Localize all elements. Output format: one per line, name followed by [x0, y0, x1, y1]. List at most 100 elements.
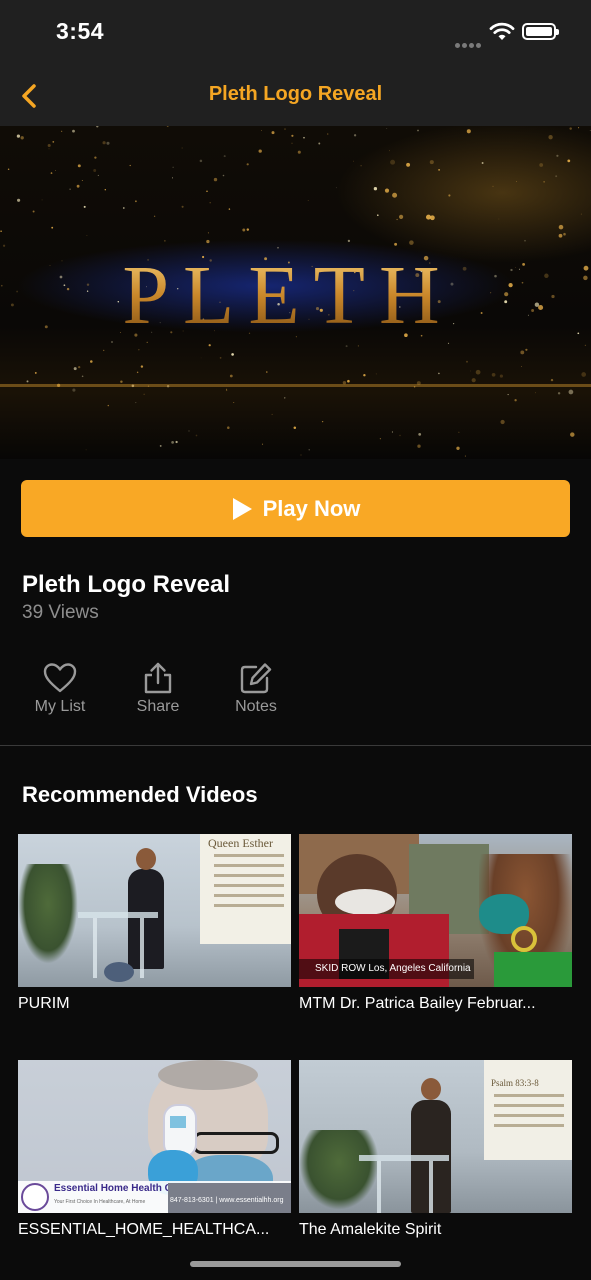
share-button[interactable]: Share	[118, 662, 198, 716]
heart-icon	[43, 663, 77, 693]
sparkle	[425, 214, 432, 220]
sparkle	[384, 188, 390, 193]
video-hero-image[interactable]: PLETH	[0, 126, 591, 459]
sparkle	[181, 205, 184, 208]
sparkle	[10, 303, 14, 307]
sparkle	[44, 325, 48, 329]
view-count: 39 Views	[22, 602, 99, 623]
sparkle	[375, 373, 377, 375]
sparkle	[548, 135, 553, 140]
sparkle	[438, 168, 441, 171]
video-thumbnail: Psalm 83:3-8	[299, 1060, 572, 1213]
page-title: Pleth Logo Reveal	[208, 83, 383, 105]
sparkle	[77, 164, 81, 168]
sparkle	[72, 388, 76, 392]
sparkle	[159, 444, 162, 447]
sparkle	[567, 159, 571, 163]
sparkle	[531, 309, 535, 312]
sparkle	[120, 380, 123, 383]
sparkle	[143, 393, 145, 395]
sparkle	[166, 126, 169, 127]
sparkle	[581, 372, 587, 377]
sparkle	[584, 344, 587, 347]
sparkle	[544, 273, 549, 279]
sparkle	[69, 188, 71, 191]
sparkle	[41, 199, 43, 201]
sparkle	[492, 185, 494, 188]
sparkle	[213, 177, 218, 182]
notes-button[interactable]: Notes	[216, 662, 296, 716]
sparkle	[181, 147, 183, 149]
sparkle	[568, 389, 574, 395]
sparkle	[97, 174, 99, 176]
share-label: Share	[136, 698, 180, 715]
sparkle	[326, 133, 329, 135]
sparkle	[514, 399, 517, 402]
sparkle	[271, 413, 273, 415]
sparkle	[96, 126, 99, 128]
sparkle	[219, 357, 222, 359]
sparkle	[527, 314, 529, 316]
sparkle	[551, 294, 555, 299]
sparkle	[569, 127, 572, 130]
play-now-button[interactable]: Play Now	[21, 480, 570, 537]
recommended-heading: Recommended Videos	[22, 782, 258, 807]
sparkle	[498, 218, 500, 220]
recommended-video-card[interactable]: SKID ROW Los, Angeles California MTM Dr.…	[299, 834, 572, 1013]
sparkle	[524, 239, 526, 242]
sparkle	[48, 148, 50, 150]
sparkle	[399, 214, 404, 219]
sparkle	[291, 134, 294, 137]
sparkle	[32, 210, 35, 213]
recommended-video-card[interactable]: Queen Esther PURIM	[18, 834, 291, 1013]
sparkle	[171, 441, 174, 444]
sparkle	[534, 302, 540, 307]
sparkle	[466, 129, 471, 134]
sparkle	[233, 401, 235, 404]
sparkle	[520, 350, 525, 355]
sparkle	[17, 198, 21, 202]
sparkle	[406, 162, 411, 167]
sparkle	[246, 163, 249, 166]
sparkle	[583, 275, 588, 281]
sparkle	[206, 190, 208, 193]
thumb-slide-text: Queen Esther	[208, 836, 273, 850]
my-list-label: My List	[34, 698, 86, 715]
sparkle	[471, 378, 476, 383]
sparkle	[321, 420, 324, 423]
sparkle	[208, 344, 211, 347]
sparkle	[360, 165, 362, 167]
sparkle	[117, 300, 120, 303]
sparkle	[353, 134, 357, 137]
sparkle	[438, 372, 440, 375]
sparkle	[61, 260, 63, 262]
sparkle	[7, 168, 10, 171]
share-icon	[144, 662, 172, 694]
recommended-video-card[interactable]: Psalm 83:3-8 The Amalekite Spirit	[299, 1060, 572, 1239]
sparkle	[347, 239, 351, 243]
edit-icon	[240, 663, 272, 694]
sparkle	[448, 194, 451, 197]
nav-bar: Pleth Logo Reveal	[0, 66, 591, 126]
sparkle	[490, 292, 492, 294]
sparkle	[223, 155, 226, 158]
status-bar: 3:54	[0, 0, 591, 66]
sparkle	[391, 431, 393, 433]
video-thumbnail: Queen Esther	[18, 834, 291, 987]
sparkle	[188, 430, 190, 432]
status-time: 3:54	[56, 18, 105, 44]
sparkle	[51, 226, 54, 229]
sparkle	[291, 142, 293, 144]
sparkle	[557, 392, 561, 395]
sparkle	[86, 290, 89, 292]
sparkle	[515, 267, 516, 268]
hero-logo-text: PLETH	[122, 249, 453, 342]
sparkle	[129, 164, 131, 167]
sparkle	[558, 224, 564, 230]
my-list-button[interactable]: My List	[20, 662, 100, 716]
sparkle	[342, 381, 347, 385]
thumb-brand-text: Essential Home Health Care	[54, 1183, 187, 1194]
recommended-video-card[interactable]: Essential Home Health Care Your First Ch…	[18, 1060, 291, 1239]
sparkle	[353, 160, 354, 162]
sparkle	[135, 402, 137, 404]
